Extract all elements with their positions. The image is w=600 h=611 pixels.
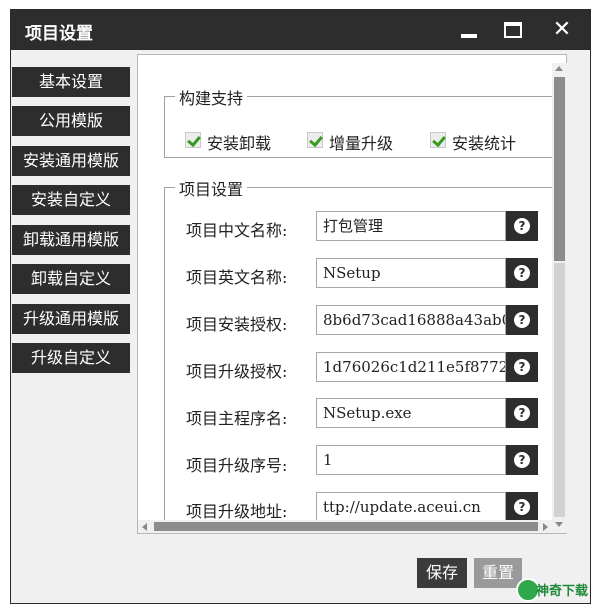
cn-name-input[interactable]: 打包管理 [316, 211, 506, 241]
vertical-scrollbar[interactable] [552, 63, 567, 533]
scroll-down-icon[interactable] [555, 522, 563, 527]
help-button[interactable]: ? [506, 258, 538, 288]
minimize-icon[interactable] [457, 18, 483, 42]
reset-button[interactable]: 重置 [474, 558, 522, 588]
scroll-right-icon[interactable] [543, 523, 548, 531]
title-bar: 项目设置 ✕ [11, 10, 590, 50]
scroll-up-icon[interactable] [555, 66, 563, 71]
sidebar-item-common-template[interactable]: 公用模版 [12, 106, 130, 136]
project-settings-title: 项目设置 [175, 176, 248, 200]
help-button[interactable]: ? [506, 445, 538, 475]
question-circle-icon: ? [514, 312, 530, 328]
question-circle-icon: ? [514, 218, 530, 234]
help-button[interactable]: ? [506, 352, 538, 382]
watermark-text: 神奇下载 [536, 584, 589, 599]
close-icon[interactable]: ✕ [549, 18, 575, 42]
sidebar-item-upgrade-custom[interactable]: 升级自定义 [12, 343, 130, 373]
help-button[interactable]: ? [506, 398, 538, 428]
build-support-title: 构建支持 [175, 85, 248, 109]
build-support-group: 构建支持 安装卸载 增量升级 安装统计 [164, 85, 554, 158]
field-label-upgrade-url: 项目升级地址: [186, 502, 288, 521]
scroll-thumb[interactable] [554, 77, 565, 261]
sidebar-item-uninstall-template[interactable]: 卸载通用模版 [12, 225, 130, 255]
sidebar-item-basic[interactable]: 基本设置 [12, 67, 130, 97]
question-circle-icon: ? [514, 265, 530, 281]
question-circle-icon: ? [514, 405, 530, 421]
sidebar-item-upgrade-template[interactable]: 升级通用模版 [12, 304, 130, 334]
field-label-upgrade-key: 项目升级授权: [186, 362, 288, 381]
field-label-install-key: 项目安装授权: [186, 315, 288, 334]
upgrade-url-input[interactable]: ttp://update.aceui.cn [316, 492, 506, 522]
upgrade-key-input[interactable]: 1d76026c1d211e5f87728 [316, 352, 506, 382]
checkbox-label: 安装卸载 [207, 134, 272, 153]
scroll-thumb[interactable] [154, 522, 538, 531]
checkbox-label: 安装统计 [452, 134, 517, 153]
window-title: 项目设置 [25, 24, 93, 44]
sidebar-item-install-custom[interactable]: 安装自定义 [12, 185, 130, 215]
sidebar-item-install-template[interactable]: 安装通用模版 [12, 146, 130, 176]
field-label-cn-name: 项目中文名称: [186, 221, 288, 240]
main-exe-input[interactable]: NSetup.exe [316, 398, 506, 428]
sidebar-item-uninstall-custom[interactable]: 卸载自定义 [12, 264, 130, 294]
check-icon [430, 132, 446, 148]
scroll-track[interactable] [554, 263, 565, 517]
install-key-input[interactable]: 8b6d73cad16888a43ab08 [316, 305, 506, 335]
check-icon [307, 132, 323, 148]
question-circle-icon: ? [514, 452, 530, 468]
check-icon [185, 132, 201, 148]
save-button[interactable]: 保存 [417, 558, 467, 588]
en-name-input[interactable]: NSetup [316, 258, 506, 288]
scroll-left-icon[interactable] [142, 523, 147, 531]
help-button[interactable]: ? [506, 211, 538, 241]
help-button[interactable]: ? [506, 492, 538, 522]
maximize-icon[interactable] [501, 18, 527, 42]
checkbox-label: 增量升级 [329, 134, 394, 153]
question-circle-icon: ? [514, 359, 530, 375]
horizontal-scrollbar[interactable] [138, 520, 552, 533]
help-button[interactable]: ? [506, 305, 538, 335]
field-label-en-name: 项目英文名称: [186, 268, 288, 287]
question-circle-icon: ? [514, 499, 530, 515]
upgrade-seq-input[interactable]: 1 [316, 445, 506, 475]
field-label-upgrade-seq: 项目升级序号: [186, 456, 288, 475]
field-label-main-exe: 项目主程序名: [186, 409, 288, 428]
